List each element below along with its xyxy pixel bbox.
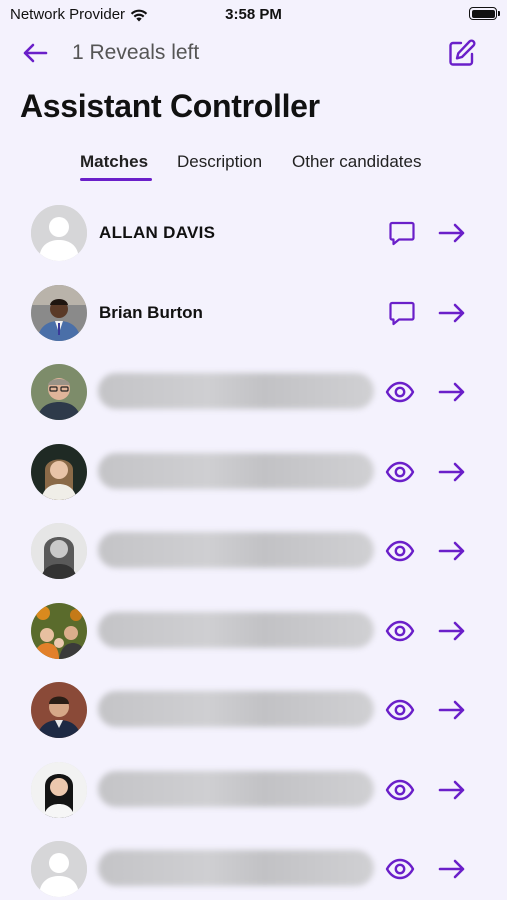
list-item[interactable] [0,432,507,512]
reveal-button[interactable] [385,616,415,646]
status-bar: Network Provider 3:58 PM [0,0,507,28]
avatar [31,603,87,659]
candidate-photo [31,762,87,818]
avatar [31,444,87,500]
arrow-left-icon [23,43,48,63]
list-item[interactable] [0,511,507,591]
list-item[interactable] [0,352,507,432]
back-button[interactable] [18,36,52,70]
chat-bubble-icon [389,221,415,246]
arrow-right-icon [438,541,465,561]
candidate-photo [31,364,87,420]
hidden-name-placeholder [98,532,374,568]
candidate-photo [31,523,87,579]
avatar [31,285,87,341]
chat-bubble-icon [389,301,415,326]
page-title: Assistant Controller [20,88,320,124]
open-candidate-button[interactable] [437,616,467,646]
arrow-right-icon [438,700,465,720]
list-item[interactable]: ALLAN DAVIS [0,193,507,273]
open-candidate-button[interactable] [437,536,467,566]
candidate-name: ALLAN DAVIS [99,223,216,242]
open-candidate-button[interactable] [437,457,467,487]
arrow-right-icon [438,303,465,323]
avatar [31,205,87,261]
battery-icon [469,7,500,20]
list-item[interactable]: Brian Burton [0,273,507,353]
person-placeholder-icon [31,205,87,261]
reveal-button[interactable] [385,854,415,884]
open-candidate-button[interactable] [437,695,467,725]
hidden-name-placeholder [98,373,374,409]
candidate-photo [31,444,87,500]
eye-icon [385,461,415,483]
open-candidate-button[interactable] [437,854,467,884]
candidate-photo [31,682,87,738]
tab-matches[interactable]: Matches [80,152,148,172]
top-bar: 1 Reveals left [0,34,507,72]
arrow-right-icon [438,621,465,641]
eye-icon [385,381,415,403]
list-item[interactable] [0,591,507,671]
candidate-name: Brian Burton [99,303,203,322]
tab-bar: Matches Description Other candidates [0,152,507,184]
open-candidate-button[interactable] [437,218,467,248]
arrow-right-icon [438,223,465,243]
arrow-right-icon [438,462,465,482]
reveal-button[interactable] [385,457,415,487]
avatar [31,523,87,579]
candidate-photo [31,603,87,659]
open-candidate-button[interactable] [437,377,467,407]
edit-button[interactable] [445,36,479,70]
chat-button[interactable] [387,218,417,248]
avatar [31,762,87,818]
list-item[interactable] [0,750,507,830]
open-candidate-button[interactable] [437,298,467,328]
reveal-button[interactable] [385,695,415,725]
chat-button[interactable] [387,298,417,328]
hidden-name-placeholder [98,771,374,807]
reveals-left-label: 1 Reveals left [72,41,200,64]
open-candidate-button[interactable] [437,775,467,805]
status-time: 3:58 PM [225,6,282,23]
avatar [31,841,87,897]
person-placeholder-icon [31,841,87,897]
eye-icon [385,620,415,642]
reveal-button[interactable] [385,775,415,805]
eye-icon [385,858,415,880]
arrow-right-icon [438,859,465,879]
hidden-name-placeholder [98,691,374,727]
tab-active-indicator [80,178,152,181]
reveal-button[interactable] [385,377,415,407]
hidden-name-placeholder [98,453,374,489]
hidden-name-placeholder [98,850,374,886]
list-item[interactable] [0,829,507,900]
tab-description[interactable]: Description [177,152,262,172]
tab-other-candidates[interactable]: Other candidates [292,152,421,172]
arrow-right-icon [438,780,465,800]
eye-icon [385,779,415,801]
hidden-name-placeholder [98,612,374,648]
eye-icon [385,540,415,562]
arrow-right-icon [438,382,465,402]
avatar [31,682,87,738]
eye-icon [385,699,415,721]
avatar [31,364,87,420]
reveal-button[interactable] [385,536,415,566]
list-item[interactable] [0,670,507,750]
edit-icon [449,39,476,66]
candidate-photo [31,285,87,341]
